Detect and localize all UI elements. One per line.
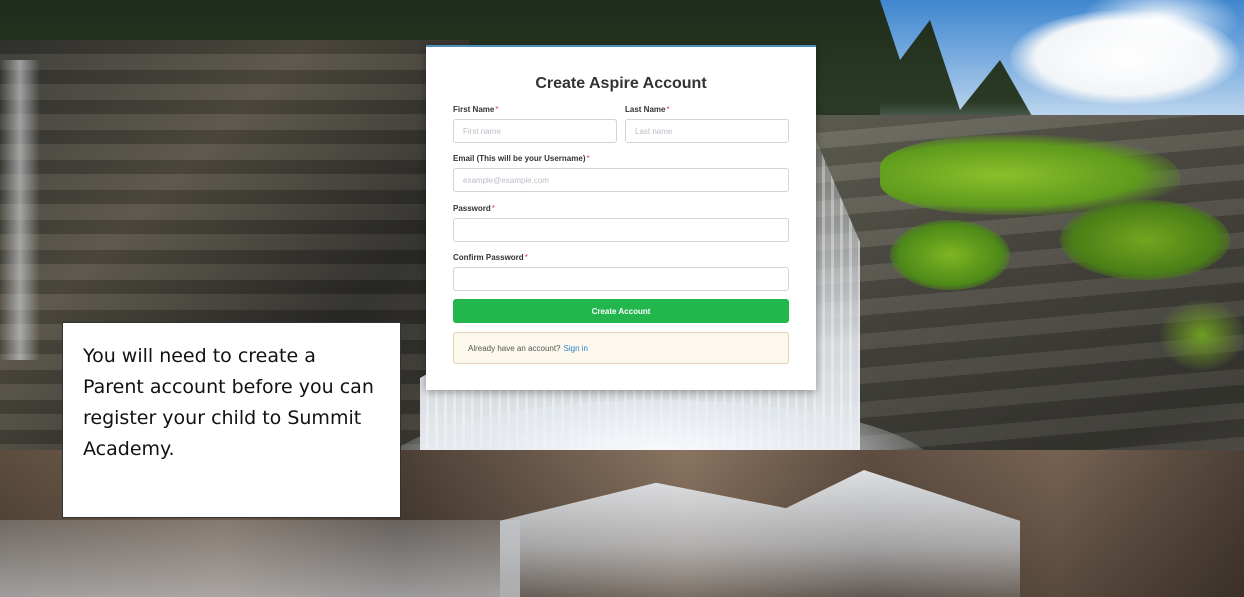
- required-asterisk: *: [495, 105, 499, 114]
- email-label: Email (This will be your Username)*: [453, 154, 590, 163]
- first-name-label: First Name*: [453, 105, 499, 114]
- last-name-input[interactable]: [625, 119, 789, 143]
- callout-text: You will need to create a Parent account…: [83, 345, 374, 460]
- form-title: Create Aspire Account: [535, 75, 707, 92]
- confirm-password-input[interactable]: [453, 267, 789, 291]
- confirm-password-label: Confirm Password*: [453, 253, 528, 262]
- first-name-input[interactable]: [453, 119, 617, 143]
- last-name-label: Last Name*: [625, 105, 670, 114]
- password-input[interactable]: [453, 218, 789, 242]
- create-account-button[interactable]: Create Account: [453, 299, 789, 323]
- email-input[interactable]: [453, 168, 789, 192]
- password-label: Password*: [453, 204, 495, 213]
- required-asterisk: *: [491, 204, 495, 213]
- instruction-callout: You will need to create a Parent account…: [62, 322, 401, 518]
- create-account-card: Create Aspire Account First Name* Last N…: [426, 45, 816, 390]
- required-asterisk: *: [524, 253, 528, 262]
- signin-prompt: Already have an account?: [468, 343, 561, 353]
- required-asterisk: *: [586, 154, 590, 163]
- signin-notice: Already have an account? Sign in: [453, 332, 789, 364]
- required-asterisk: *: [666, 105, 670, 114]
- sign-in-link[interactable]: Sign in: [564, 344, 588, 353]
